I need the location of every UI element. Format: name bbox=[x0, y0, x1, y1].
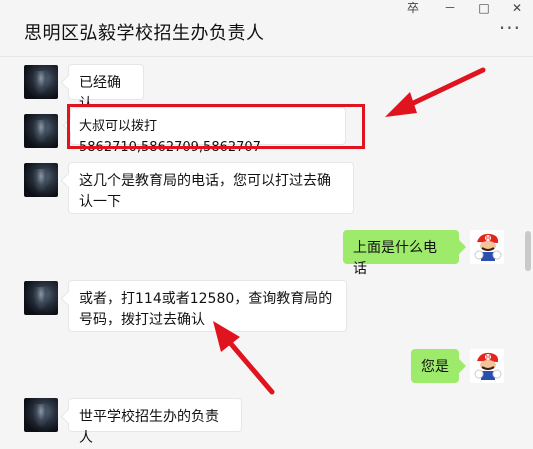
contact-avatar[interactable] bbox=[24, 398, 58, 432]
message-text: 上面是什么电话 bbox=[353, 240, 437, 277]
message-bubble[interactable]: 这几个是教育局的电话，您可以打过去确认一下 bbox=[68, 162, 354, 214]
chat-scrollbar[interactable] bbox=[521, 57, 533, 436]
user-avatar[interactable]: M bbox=[470, 230, 504, 264]
message-text: 您是 bbox=[421, 359, 449, 375]
scrollbar-thumb[interactable] bbox=[525, 231, 531, 271]
message-bubble[interactable]: 世平学校招生办的负责人 bbox=[68, 398, 242, 446]
pin-button[interactable]: 卒 bbox=[401, 0, 425, 16]
message-text: 世平学校招生办的负责人 bbox=[79, 409, 219, 446]
minimize-button[interactable]: － bbox=[438, 0, 462, 16]
maximize-button[interactable]: □ bbox=[472, 0, 496, 16]
contact-avatar[interactable] bbox=[24, 163, 58, 197]
mario-icon: M bbox=[470, 349, 504, 383]
message-bubble[interactable]: 或者，打114或者12580，查询教育局的号码，拨打过去确认 bbox=[68, 280, 347, 332]
annotation-arrow-top bbox=[385, 67, 486, 117]
contact-avatar[interactable] bbox=[24, 114, 58, 148]
message-bubble[interactable]: 您是 bbox=[411, 349, 459, 383]
mario-icon: M bbox=[470, 230, 504, 264]
more-options-icon[interactable]: ··· bbox=[499, 18, 521, 38]
message-text: 这几个是教育局的电话，您可以打过去确认一下 bbox=[79, 173, 331, 210]
close-button[interactable]: ✕ bbox=[505, 0, 529, 16]
highlight-rectangle bbox=[67, 104, 365, 149]
contact-avatar[interactable] bbox=[24, 281, 58, 315]
chat-title: 思明区弘毅学校招生办负责人 bbox=[24, 23, 265, 44]
contact-avatar[interactable] bbox=[24, 65, 58, 99]
message-bubble[interactable]: 上面是什么电话 bbox=[343, 230, 459, 277]
message-text: 或者，打114或者12580，查询教育局的号码，拨打过去确认 bbox=[79, 291, 333, 328]
user-avatar[interactable]: M bbox=[470, 349, 504, 383]
message-bubble[interactable]: 已经确认 bbox=[68, 64, 144, 112]
title-bar: 思明区弘毅学校招生办负责人 卒 － □ ✕ ··· bbox=[0, 0, 533, 57]
